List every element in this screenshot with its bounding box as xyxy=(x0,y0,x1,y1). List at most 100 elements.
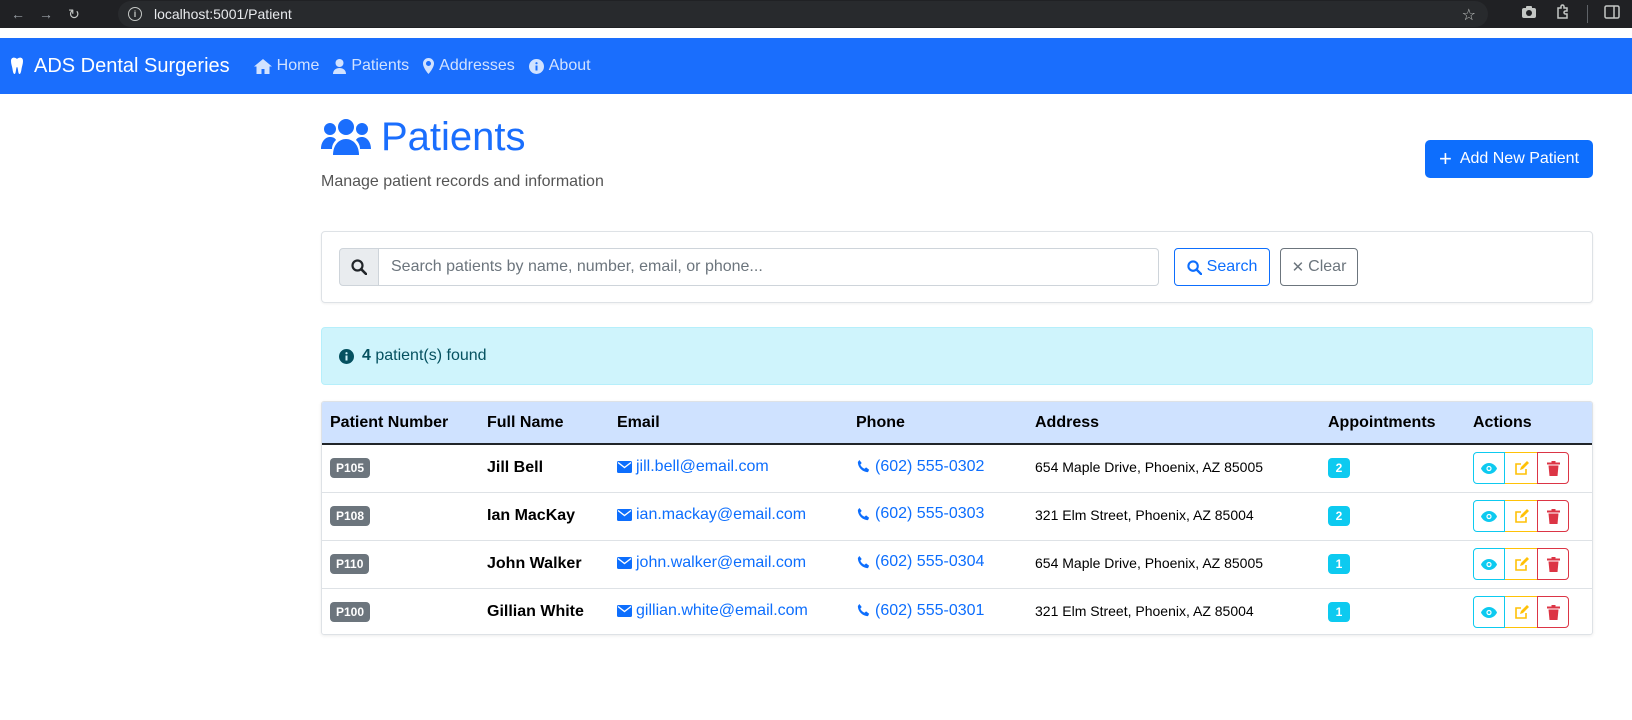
address-text: 321 Elm Street, Phoenix, AZ 85004 xyxy=(1035,603,1254,620)
info-circle-icon xyxy=(528,58,544,74)
search-input[interactable] xyxy=(379,248,1159,286)
map-marker-icon xyxy=(423,58,435,74)
eye-icon xyxy=(1481,462,1497,474)
email-text: ian.mackay@email.com xyxy=(636,506,807,523)
edit-button[interactable] xyxy=(1505,452,1537,485)
url-text: localhost:5001/Patient xyxy=(154,6,292,22)
edit-icon xyxy=(1514,604,1529,619)
eye-icon xyxy=(1481,510,1497,522)
search-icon xyxy=(1187,259,1202,275)
email-text: gillian.white@email.com xyxy=(636,602,808,620)
tooth-icon xyxy=(11,57,23,74)
bookmark-star-icon[interactable]: ☆ xyxy=(1462,5,1476,25)
nav-patients[interactable]: Patients xyxy=(333,57,409,75)
user-icon xyxy=(333,58,347,74)
nav-about-label: About xyxy=(548,57,591,74)
extensions-icon[interactable] xyxy=(1553,4,1573,24)
page-header: Patients Manage patient records and info… xyxy=(321,112,604,191)
site-info-icon[interactable]: i xyxy=(128,7,142,21)
nav-addresses-label: Addresses xyxy=(439,57,515,74)
row-actions xyxy=(1473,548,1592,580)
view-button[interactable] xyxy=(1473,548,1505,580)
patient-name: Jill Bell xyxy=(487,459,544,477)
nav-home-label: Home xyxy=(276,57,320,74)
col-email: Email xyxy=(617,413,660,431)
email-link[interactable]: gillian.white@email.com xyxy=(617,602,808,620)
add-new-patient-label: Add New Patient xyxy=(1459,150,1580,167)
nav-addresses[interactable]: Addresses xyxy=(423,57,515,75)
trash-icon xyxy=(1546,508,1560,524)
brand[interactable]: ADS Dental Surgeries xyxy=(10,55,230,78)
email-link[interactable]: ian.mackay@email.com xyxy=(617,506,806,524)
row-actions xyxy=(1473,452,1592,485)
appointments-badge: 2 xyxy=(1328,506,1350,526)
delete-button[interactable] xyxy=(1537,548,1569,580)
appointments-badge: 2 xyxy=(1328,458,1350,479)
toolbar-divider xyxy=(1587,5,1588,23)
delete-button[interactable] xyxy=(1537,596,1569,629)
search-button[interactable]: Search xyxy=(1174,248,1270,286)
phone-icon xyxy=(857,603,870,617)
address-bar[interactable]: i localhost:5001/Patient ☆ xyxy=(118,1,1488,27)
page-title: Patients xyxy=(321,112,604,162)
patient-name: John Walker xyxy=(487,555,582,572)
phone-icon xyxy=(857,555,870,568)
patients-table: Patient Number Full Name Email Phone Add… xyxy=(321,401,1593,635)
view-button[interactable] xyxy=(1473,596,1505,629)
phone-text: (602) 555-0304 xyxy=(875,553,985,571)
patient-name: Gillian White xyxy=(487,603,584,621)
view-button[interactable] xyxy=(1473,452,1505,485)
edit-button[interactable] xyxy=(1505,500,1537,532)
edit-button[interactable] xyxy=(1505,548,1537,580)
col-patient-number: Patient Number xyxy=(330,413,449,431)
nav-home[interactable]: Home xyxy=(253,57,320,75)
patient-number-badge: P108 xyxy=(330,506,371,526)
clear-button[interactable]: ✕ Clear xyxy=(1280,248,1358,286)
home-icon xyxy=(253,58,272,74)
view-button[interactable] xyxy=(1473,500,1505,532)
patient-number-badge: P110 xyxy=(330,554,370,574)
nav-about[interactable]: About xyxy=(528,57,591,75)
eye-icon xyxy=(1481,606,1497,618)
phone-text: (602) 555-0303 xyxy=(875,505,985,523)
side-panel-icon[interactable] xyxy=(1602,5,1622,23)
results-label: patient(s) found xyxy=(375,347,487,364)
close-icon: ✕ xyxy=(1291,259,1305,276)
browser-toolbar: ← → ↻ i localhost:5001/Patient ☆ xyxy=(0,0,1632,28)
back-icon[interactable]: ← xyxy=(4,0,32,28)
forward-icon[interactable]: → xyxy=(32,0,60,28)
results-text: 4 patient(s) found xyxy=(362,347,487,365)
delete-button[interactable] xyxy=(1537,452,1569,485)
col-full-name: Full Name xyxy=(487,413,564,431)
email-link[interactable]: john.walker@email.com xyxy=(617,554,806,572)
results-count: 4 xyxy=(362,347,371,364)
app-navbar: ADS Dental Surgeries Home Patients Addre… xyxy=(0,38,1632,94)
users-icon xyxy=(321,119,371,155)
phone-icon xyxy=(857,507,870,520)
edit-button[interactable] xyxy=(1505,596,1537,629)
page-title-text: Patients xyxy=(381,114,526,159)
search-icon xyxy=(339,248,379,286)
appointments-badge: 1 xyxy=(1328,554,1350,574)
search-button-label: Search xyxy=(1206,258,1258,275)
table-row: P108 Ian MacKay ian.mackay@email.com (60… xyxy=(322,492,1592,540)
reload-icon[interactable]: ↻ xyxy=(60,0,88,28)
row-actions xyxy=(1473,596,1592,629)
add-new-patient-button[interactable]: + Add New Patient xyxy=(1425,140,1593,178)
edit-icon xyxy=(1514,508,1529,523)
envelope-icon xyxy=(617,461,632,474)
delete-button[interactable] xyxy=(1537,500,1569,532)
email-link[interactable]: jill.bell@email.com xyxy=(617,458,769,476)
phone-link[interactable]: (602) 555-0301 xyxy=(856,602,984,620)
info-circle-icon xyxy=(339,348,354,364)
edit-icon xyxy=(1514,556,1529,571)
phone-link[interactable]: (602) 555-0303 xyxy=(856,505,984,523)
phone-text: (602) 555-0301 xyxy=(875,601,985,619)
phone-link[interactable]: (602) 555-0302 xyxy=(856,458,984,476)
camera-icon[interactable] xyxy=(1519,5,1539,23)
address-text: 321 Elm Street, Phoenix, AZ 85004 xyxy=(1035,507,1254,523)
patient-name: Ian MacKay xyxy=(487,507,576,524)
email-text: jill.bell@email.com xyxy=(636,458,769,476)
nav-patients-label: Patients xyxy=(351,57,410,74)
phone-link[interactable]: (602) 555-0304 xyxy=(856,553,984,571)
